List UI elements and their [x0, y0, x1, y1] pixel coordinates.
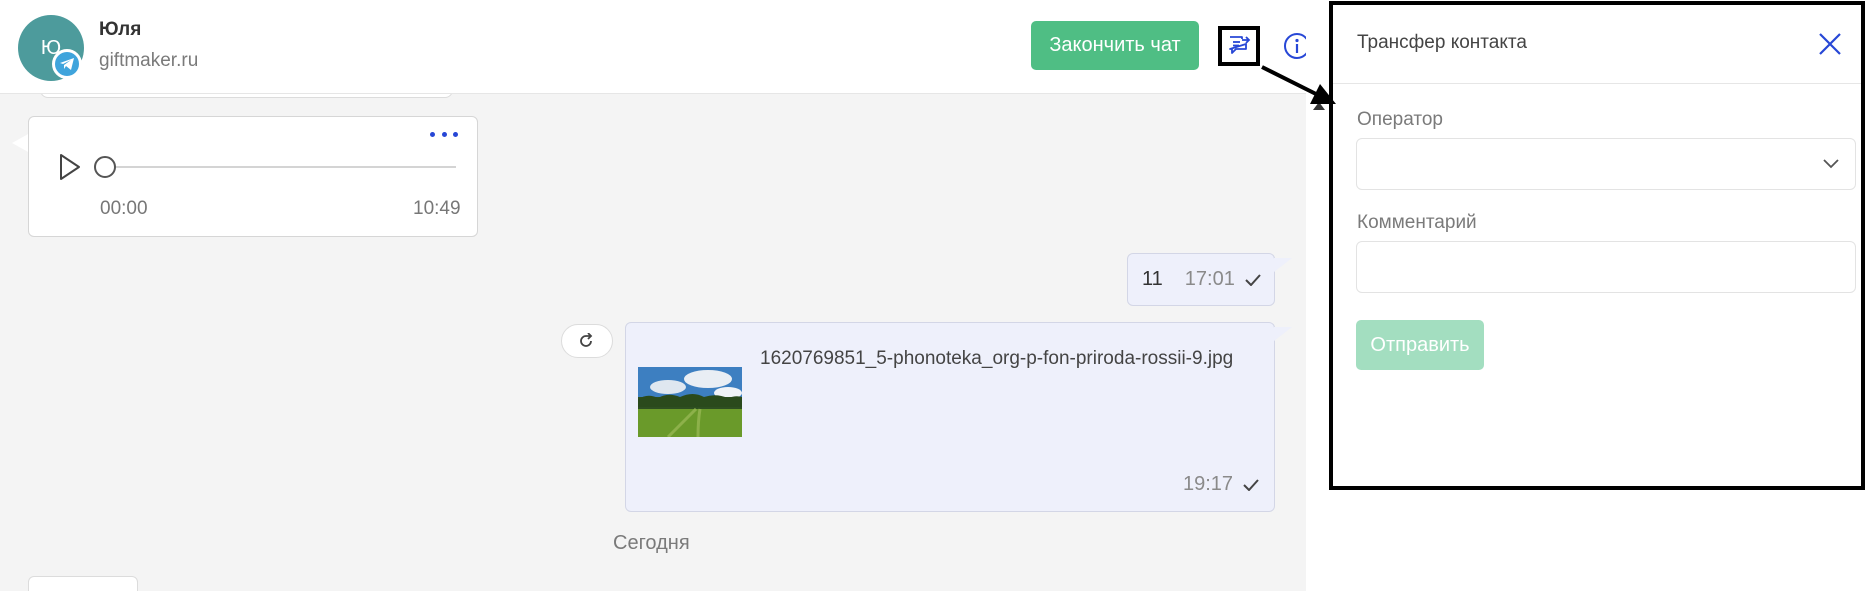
more-options-icon[interactable]	[430, 127, 458, 141]
operator-select[interactable]	[1356, 138, 1856, 190]
chat-transfer-icon	[1229, 36, 1251, 54]
operator-label: Оператор	[1357, 109, 1443, 130]
chat-area: 00:00 10:49 11 17:01 1620769851_5-phonot…	[0, 0, 1306, 591]
day-separator: Сегодня	[613, 532, 690, 554]
info-button[interactable]	[1283, 32, 1306, 60]
contact-site: giftmaker.ru	[99, 50, 199, 71]
forward-button[interactable]	[561, 324, 613, 358]
divider	[1333, 83, 1861, 84]
forward-icon	[580, 333, 593, 347]
transfer-contact-panel: Трансфер контакта Оператор Комментарий О…	[1329, 1, 1865, 490]
info-icon	[1284, 33, 1306, 59]
close-icon[interactable]	[1817, 31, 1843, 57]
end-chat-button[interactable]: Закончить чат	[1031, 21, 1199, 70]
comment-field[interactable]	[1356, 241, 1856, 293]
check-icon	[1245, 273, 1261, 286]
audio-current-time: 00:00	[100, 198, 148, 219]
panel-title: Трансфер контакта	[1357, 32, 1527, 53]
chevron-down-icon	[1823, 159, 1839, 169]
play-icon[interactable]	[58, 153, 82, 181]
audio-progress-track[interactable]	[105, 166, 456, 168]
file-name[interactable]: 1620769851_5-phonoteka_org-p-fon-priroda…	[760, 348, 1233, 370]
audio-duration: 10:49	[413, 198, 461, 219]
comment-label: Комментарий	[1357, 212, 1477, 233]
message-time: 17:01	[1184, 268, 1235, 290]
outgoing-text-message: 11 17:01	[1127, 253, 1275, 306]
telegram-icon	[52, 49, 82, 79]
message-time: 19:17	[1183, 473, 1234, 495]
image-thumbnail[interactable]	[638, 367, 742, 437]
audio-message	[28, 116, 478, 237]
audio-progress-knob[interactable]	[94, 156, 116, 178]
send-button[interactable]: Отправить	[1356, 320, 1484, 370]
message-text: 11	[1142, 268, 1163, 290]
chat-header: Ю Юля giftmaker.ru Закончить чат	[0, 0, 1306, 94]
check-icon	[1243, 478, 1259, 491]
message-tail	[1274, 258, 1292, 272]
message-tail	[1274, 327, 1292, 341]
contact-name: Юля	[99, 19, 142, 40]
next-message-bubble	[28, 576, 138, 591]
scroll-up-arrow-icon[interactable]	[1313, 102, 1325, 110]
message-time-row: 19:17	[1183, 473, 1259, 496]
chat-transfer-button[interactable]	[1218, 26, 1260, 66]
